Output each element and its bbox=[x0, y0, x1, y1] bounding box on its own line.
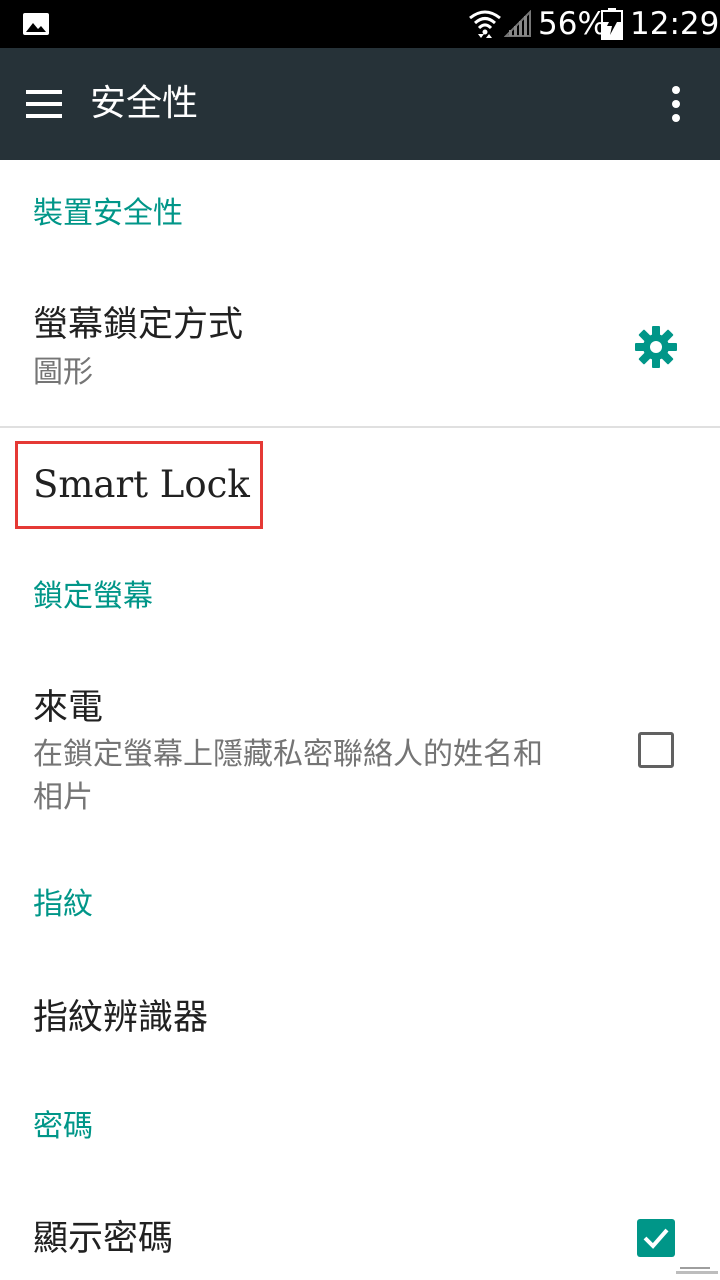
section-header-fingerprint: 指紋 bbox=[33, 887, 93, 922]
gear-icon[interactable] bbox=[634, 325, 678, 369]
hamburger-menu-icon[interactable] bbox=[24, 84, 64, 124]
checkmark-icon bbox=[643, 1228, 669, 1249]
more-vert-icon[interactable] bbox=[662, 80, 690, 128]
section-header-password: 密碼 bbox=[33, 1109, 93, 1144]
screen-lock-subtitle: 圖形 bbox=[33, 355, 93, 390]
battery-charging-icon bbox=[601, 8, 623, 40]
incoming-call-subtitle-line2: 相片 bbox=[33, 780, 93, 815]
image-notification-icon bbox=[23, 13, 49, 35]
cell-signal-icon bbox=[504, 10, 531, 37]
page-title: 安全性 bbox=[90, 83, 199, 124]
section-header-device-security: 裝置安全性 bbox=[33, 196, 183, 231]
smart-lock-item[interactable]: Smart Lock bbox=[33, 460, 250, 510]
incoming-call-subtitle-line1: 在鎖定螢幕上隱藏私密聯絡人的姓名和 bbox=[33, 737, 543, 772]
watermark-logo-icon bbox=[674, 1263, 720, 1280]
incoming-call-checkbox[interactable] bbox=[638, 732, 674, 768]
fingerprint-scanner-item[interactable]: 指紋辨識器 bbox=[33, 995, 208, 1041]
clock: 12:29 bbox=[630, 6, 720, 42]
divider bbox=[0, 426, 720, 428]
show-password-item[interactable]: 顯示密碼 bbox=[33, 1216, 173, 1262]
app-bar: 安全性 bbox=[0, 48, 720, 160]
screen-lock-title: 螢幕鎖定方式 bbox=[33, 305, 244, 345]
battery-percentage: 56% bbox=[538, 6, 607, 42]
incoming-call-title: 來電 bbox=[33, 688, 104, 728]
status-bar: 56% 12:29 bbox=[0, 0, 720, 48]
section-header-lock-screen: 鎖定螢幕 bbox=[33, 579, 153, 614]
show-password-checkbox[interactable] bbox=[637, 1219, 675, 1257]
wifi-icon bbox=[469, 10, 501, 38]
